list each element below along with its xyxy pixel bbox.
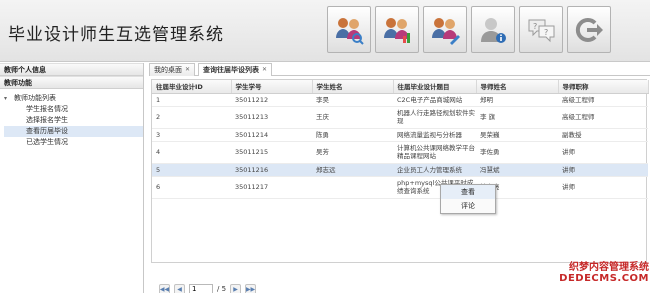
user-edit-button[interactable]: [423, 6, 467, 53]
first-page-icon: ◀◀: [159, 285, 170, 293]
cell-student-number: 35011215: [231, 141, 312, 164]
app-title: 毕业设计师生互选管理系统: [8, 25, 224, 45]
col-header-advisor-title[interactable]: 导师职称: [558, 80, 649, 94]
tree-root-label: 教师功能列表: [14, 94, 56, 102]
context-menu-view[interactable]: 查看: [441, 185, 495, 199]
user-search-button[interactable]: [327, 6, 371, 53]
cell-id: 1: [152, 93, 231, 107]
table-row[interactable]: 6 35011217 php+mysql公共课平时成绩查询系统 林东亮 讲师: [152, 176, 648, 199]
cell-advisor-title: 讲师: [558, 176, 648, 199]
cell-id: 4: [152, 141, 231, 164]
user-info-icon: [481, 17, 506, 43]
app-header: 毕业设计师生互选管理系统 ? ?: [0, 0, 650, 62]
panel-teacher-functions[interactable]: 教师功能: [0, 76, 143, 89]
user-chart-button[interactable]: [375, 6, 419, 53]
table-row[interactable]: 4 35011215 吴芳 计算机公共课网络教学平台精品课程网站 李佐勇 讲师: [152, 141, 648, 164]
last-page-button[interactable]: ▶▶: [245, 283, 257, 293]
tab-label: 查询往届毕设列表: [203, 66, 260, 74]
col-header-id[interactable]: 往届毕业设计ID: [152, 80, 232, 94]
user-chart-icon: [384, 17, 410, 43]
tab-label: 我的桌面: [154, 66, 182, 74]
col-header-student-name[interactable]: 学生姓名: [312, 80, 394, 94]
cell-student-number: 35011214: [231, 128, 312, 142]
watermark-en: DEDECMS.COM: [559, 273, 649, 284]
first-page-button[interactable]: ◀◀: [159, 283, 170, 293]
user-edit-icon: [432, 17, 460, 45]
cell-advisor-title: 高级工程师: [558, 106, 648, 129]
last-page-icon: ▶▶: [245, 285, 256, 293]
next-page-icon: ▶: [233, 285, 238, 293]
panel-teacher-info[interactable]: 教师个人信息: [0, 63, 143, 76]
cell-id: 5: [152, 163, 231, 177]
cell-student-number: 35011212: [231, 93, 312, 107]
tab-past-projects[interactable]: 查询往届毕设列表 ✕: [198, 63, 273, 76]
cell-advisor-name: 李佐勇: [476, 141, 558, 164]
logout-icon: [575, 17, 603, 42]
close-icon[interactable]: ✕: [262, 64, 267, 76]
cell-student-name: 陈勇: [312, 128, 393, 142]
cell-advisor-title: 副教授: [558, 128, 648, 142]
watermark: 织梦内容管理系统 DEDECMS.COM: [541, 258, 649, 284]
context-menu-comment[interactable]: 评论: [441, 199, 495, 213]
close-icon[interactable]: ✕: [185, 64, 190, 76]
cell-student-name: 李昊: [312, 93, 393, 107]
prev-page-button[interactable]: ◀: [174, 283, 185, 293]
cell-advisor-title: 高级工程师: [558, 93, 648, 107]
function-tree: ▾ 教师功能列表 学生报名情况 选择报名学生 查看历届毕设 已选学生情况: [0, 89, 143, 148]
cell-advisor-name: 郑明: [476, 93, 558, 107]
collapse-icon[interactable]: ▾: [4, 93, 12, 104]
cell-project-title: 机器人行走路径规划软件实现: [393, 106, 476, 129]
data-grid: 往届毕业设计ID 学生学号 学生姓名 往届毕业设计题目 导师姓名 导师职称 1 …: [151, 79, 649, 263]
table-row-selected[interactable]: 5 35011216 郑志远 企业员工人力管理系统 冯慧斌 讲师: [152, 163, 648, 177]
tab-desktop[interactable]: 我的桌面 ✕: [149, 63, 196, 76]
cell-advisor-title: 讲师: [558, 163, 648, 177]
cell-student-number: 35011213: [231, 106, 312, 129]
watermark-cn: 织梦内容管理系统: [569, 262, 649, 273]
next-page-button[interactable]: ▶: [230, 283, 242, 293]
col-header-advisor-name[interactable]: 导师姓名: [476, 80, 559, 94]
tab-bar: 我的桌面 ✕ 查询往届毕设列表 ✕: [149, 63, 650, 76]
tree-root[interactable]: ▾ 教师功能列表: [4, 93, 143, 104]
cell-project-title: 计算机公共课网络教学平台精品课程网站: [393, 141, 476, 164]
cell-student-name: [312, 176, 393, 199]
toolbar: ? ?: [327, 6, 645, 56]
sidebar-item-past-projects[interactable]: 查看历届毕设: [4, 126, 143, 137]
table-row[interactable]: 3 35011214 陈勇 网络流量监视与分析器 吴荣巍 副教授: [152, 128, 648, 142]
sidebar-item-selected-students[interactable]: 已选学生情况: [4, 137, 143, 148]
col-header-student-number[interactable]: 学生学号: [231, 80, 313, 94]
cell-advisor-title: 讲师: [558, 141, 648, 164]
cell-student-name: 王庆: [312, 106, 393, 129]
col-header-project-title[interactable]: 往届毕业设计题目: [393, 80, 477, 94]
help-button[interactable]: ? ?: [519, 6, 563, 53]
cell-project-title: 网络流量监视与分析器: [393, 128, 476, 142]
cell-advisor-name: 吴荣巍: [476, 128, 558, 142]
cell-id: 2: [152, 106, 231, 129]
prev-page-icon: ◀: [177, 285, 182, 293]
cell-student-number: 35011216: [231, 163, 312, 177]
context-menu: 查看 评论: [440, 184, 496, 214]
page-number-input[interactable]: [189, 283, 213, 293]
cell-id: 3: [152, 128, 231, 142]
sidebar: 教师个人信息 教师功能 ▾ 教师功能列表 学生报名情况 选择报名学生 查看历届毕…: [0, 63, 144, 293]
cell-project-title: C2C电子产品商城网站: [393, 93, 476, 107]
svg-text:?: ?: [544, 28, 548, 37]
cell-student-name: 郑志远: [312, 163, 393, 177]
cell-student-name: 吴芳: [312, 141, 393, 164]
sidebar-item-select-students[interactable]: 选择报名学生: [4, 115, 143, 126]
svg-text:?: ?: [533, 22, 537, 31]
cell-project-title: 企业员工人力管理系统: [393, 163, 476, 177]
cell-student-number: 35011217: [231, 176, 312, 199]
help-icon: ? ?: [528, 19, 555, 42]
user-info-button[interactable]: [471, 6, 515, 53]
cell-advisor-name: 李 旗: [476, 106, 558, 129]
table-row[interactable]: 2 35011213 王庆 机器人行走路径规划软件实现 李 旗 高级工程师: [152, 106, 648, 129]
user-search-icon: [336, 17, 364, 45]
sidebar-item-student-signup[interactable]: 学生报名情况: [4, 104, 143, 115]
table-header-row: 往届毕业设计ID 学生学号 学生姓名 往届毕业设计题目 导师姓名 导师职称: [152, 80, 649, 94]
logout-button[interactable]: [567, 6, 611, 53]
cell-id: 6: [152, 176, 231, 199]
cell-advisor-name: 冯慧斌: [476, 163, 558, 177]
page-total: / 5: [217, 285, 227, 293]
table-row[interactable]: 1 35011212 李昊 C2C电子产品商城网站 郑明 高级工程师: [152, 93, 648, 107]
